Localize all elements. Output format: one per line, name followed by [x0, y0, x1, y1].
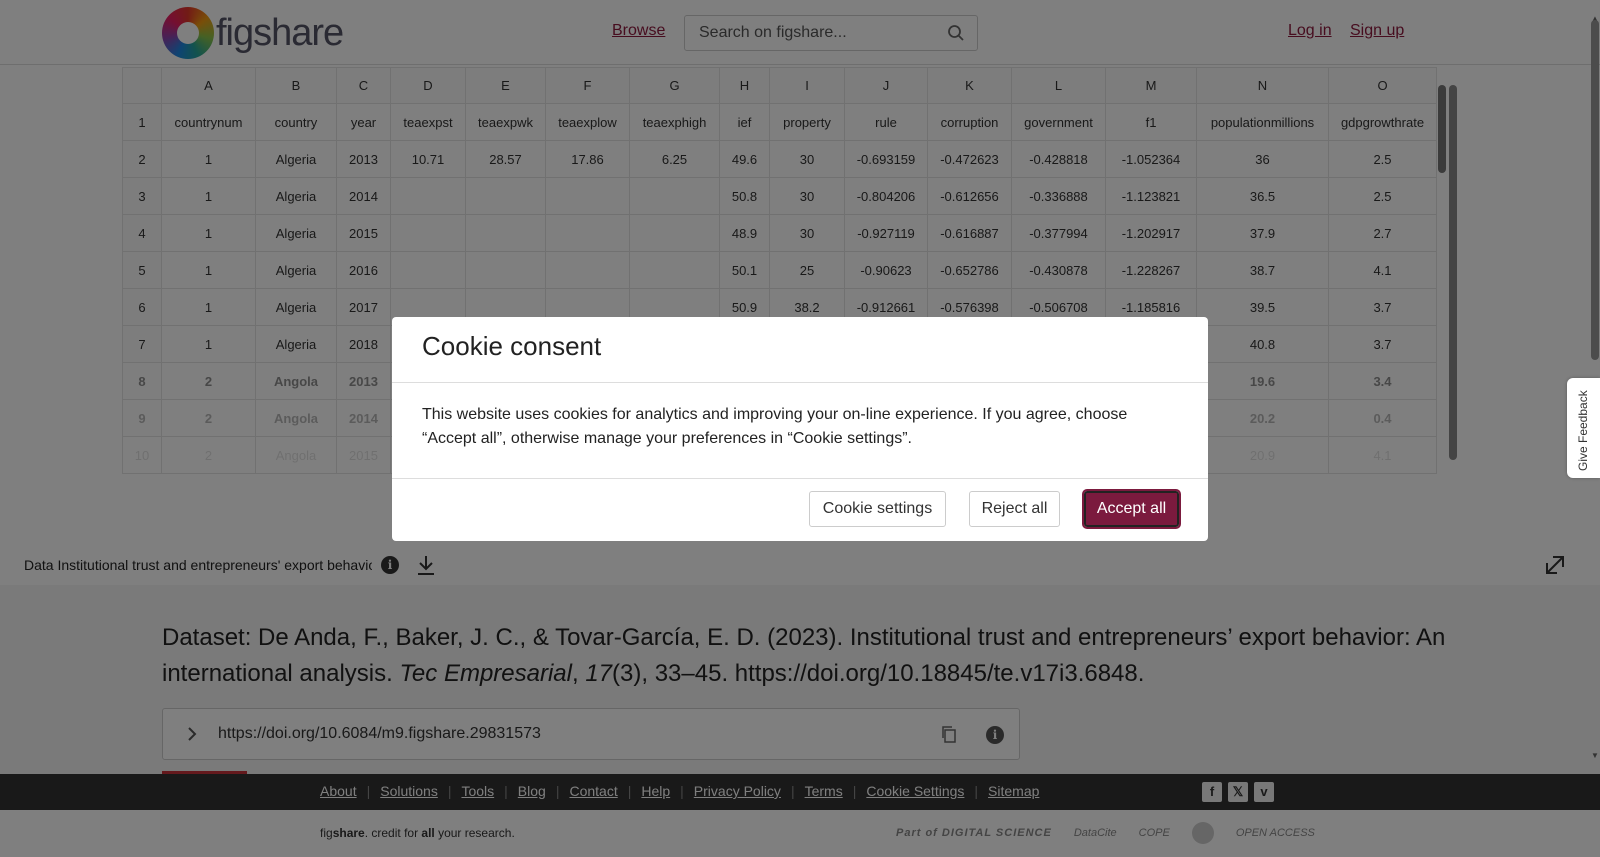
dialog-body: This website uses cookies for analytics … — [392, 383, 1208, 479]
dialog-title: Cookie consent — [422, 331, 602, 361]
cookie-settings-button[interactable]: Cookie settings — [809, 491, 946, 527]
dialog-footer: Cookie settings Reject all Accept all — [392, 479, 1208, 541]
accept-all-button[interactable]: Accept all — [1082, 489, 1181, 529]
give-feedback-tab[interactable]: Give Feedback — [1567, 378, 1600, 478]
reject-all-button[interactable]: Reject all — [969, 491, 1060, 527]
feedback-label: Give Feedback — [1576, 390, 1590, 471]
cookie-consent-dialog: Cookie consent This website uses cookies… — [392, 317, 1208, 541]
dialog-header: Cookie consent — [392, 317, 1208, 383]
